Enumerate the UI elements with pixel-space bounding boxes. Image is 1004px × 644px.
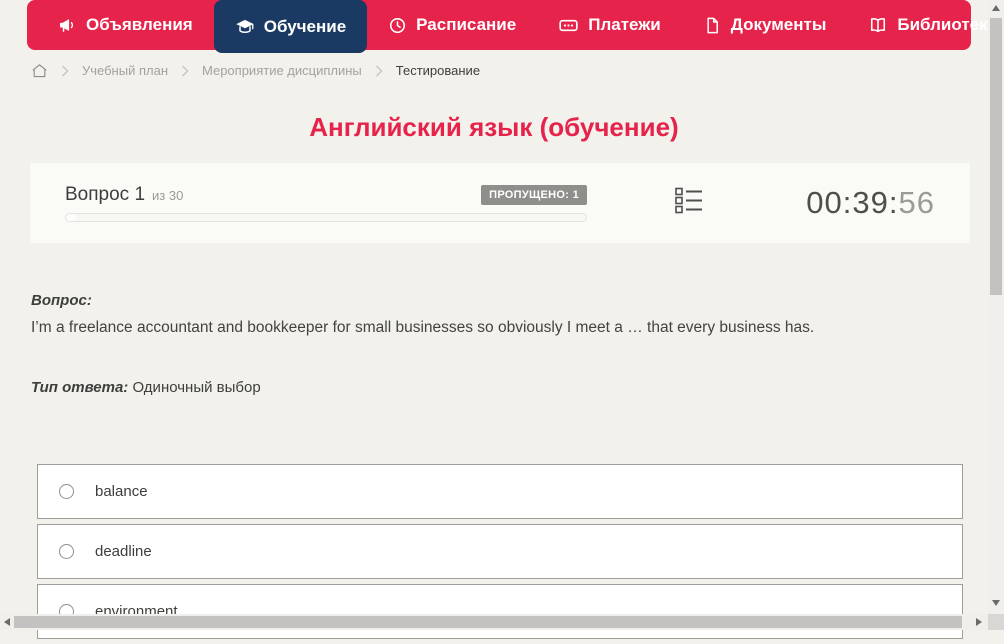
timer: 00:39:56 [806,185,935,221]
progress-bar [65,213,587,222]
nav-item-label: Документы [730,15,827,34]
breadcrumb-item-curriculum[interactable]: Учебный план [82,63,168,78]
list-icon [675,187,703,219]
question-list-button[interactable] [675,187,703,219]
timer-seconds: 56 [898,185,935,220]
answer-option-environment[interactable]: environment [37,584,963,639]
document-icon [703,16,722,35]
progress-bar-fill [66,214,77,221]
answer-option-deadline[interactable]: deadline [37,524,963,579]
chevron-right-icon [181,64,189,77]
open-book-icon [868,15,888,35]
question-header-panel: Вопрос 1 из 30 ПРОПУЩЕНО: 1 00:39:56 [30,163,970,243]
radio-button[interactable] [59,544,74,559]
question-label: Вопрос: [31,292,92,309]
home-icon[interactable] [31,62,48,79]
nav-item-schedule[interactable]: Расписание [367,0,537,50]
question-total: из 30 [152,187,184,203]
nav-item-payments[interactable]: Платежи [537,0,682,50]
breadcrumb-item-testing: Тестирование [395,63,481,78]
skipped-badge: ПРОПУЩЕНО: 1 [481,185,587,205]
horizontal-scrollbar-thumb[interactable] [14,616,962,628]
nav-item-library[interactable]: Библиотека [847,0,1004,50]
answer-option-label: deadline [95,543,152,560]
horizontal-scrollbar[interactable] [0,614,988,630]
breadcrumb: Учебный план Мероприятие дисциплины Тест… [31,62,480,79]
answer-type-row: Тип ответа: Одиночный выбор [31,379,261,396]
nav-item-learning[interactable]: Обучение [213,0,368,53]
timer-minutes: 39 [852,185,889,220]
vertical-scrollbar[interactable] [988,0,1004,614]
answer-type-label: Тип ответа: [31,379,129,396]
answer-option-balance[interactable]: balance [37,464,963,519]
graduation-cap-icon [235,17,255,37]
timer-separator: : [888,185,899,220]
banknote-icon [558,15,579,36]
question-text: I’m a freelance accountant and bookkeepe… [31,319,815,336]
nav-item-label: Расписание [416,15,517,34]
megaphone-icon [58,16,77,35]
radio-button[interactable] [59,484,74,499]
chevron-right-icon [375,64,383,77]
vertical-scrollbar-thumb[interactable] [990,18,1002,295]
nav-item-label: Объявления [86,15,193,34]
page-title: Английский язык (обучение) [309,112,679,142]
nav-item-label: Платежи [588,15,661,34]
question-number: Вопрос 1 [65,184,146,205]
question-progress-group: Вопрос 1 из 30 ПРОПУЩЕНО: 1 [65,184,587,222]
nav-item-label: Обучение [263,16,347,36]
clock-icon [388,16,407,35]
timer-hours: 00 [806,185,843,220]
scroll-left-arrow-icon[interactable] [4,618,10,626]
answer-type-value: Одиночный выбор [132,379,261,396]
answer-option-label: balance [95,483,148,500]
nav-item-documents[interactable]: Документы [682,0,848,50]
scroll-up-arrow-icon[interactable] [992,5,1000,11]
scrollbar-corner [988,614,1004,630]
scroll-right-arrow-icon[interactable] [976,618,982,626]
breadcrumb-item-discipline-event[interactable]: Мероприятие дисциплины [202,63,362,78]
scroll-down-arrow-icon[interactable] [992,600,1000,606]
nav-item-announcements[interactable]: Объявления [37,0,214,50]
chevron-right-icon [61,64,69,77]
timer-separator: : [842,185,853,220]
nav-item-label: Библиотека [897,15,998,34]
main-navigation: Объявления Обучение Расписание Платежи Д… [27,0,997,53]
